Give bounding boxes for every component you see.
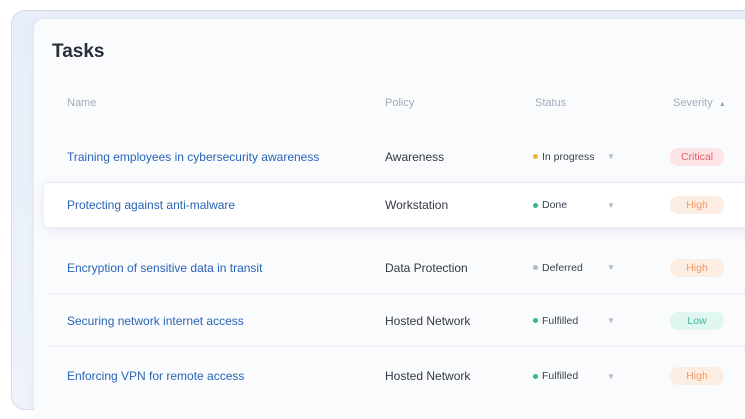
severity-badge: High	[670, 367, 724, 385]
status-dot	[533, 318, 538, 323]
status-dot	[533, 154, 538, 159]
chevron-down-icon[interactable]: ▼	[607, 242, 615, 293]
severity-badge: Low	[670, 311, 724, 330]
task-name-link[interactable]: Securing network internet access	[67, 295, 244, 346]
status-label: Done	[542, 199, 568, 211]
policy-cell: Hosted Network	[385, 313, 471, 328]
status-label: Fulfilled	[542, 370, 579, 382]
policy-cell: Awareness	[385, 149, 445, 164]
status-dot	[533, 373, 538, 379]
table-header: Name Policy Status Severity ▲	[46, 93, 745, 117]
status-label: Fulfilled	[542, 314, 579, 327]
chevron-down-icon[interactable]: ▼	[607, 295, 615, 346]
table-row[interactable]: Encryption of sensitive data in transit …	[46, 242, 745, 294]
column-header-status[interactable]: Status	[535, 97, 566, 109]
table-row[interactable]: Enforcing VPN for remote access Hosted N…	[46, 350, 745, 402]
table-row[interactable]: Securing network internet access Hosted …	[46, 295, 745, 347]
status-label: In progress	[542, 150, 595, 163]
severity-cell: High	[670, 242, 724, 293]
chevron-down-icon[interactable]: ▼	[607, 183, 615, 227]
status-label: Deferred	[542, 261, 583, 274]
column-header-name[interactable]: Name	[67, 97, 96, 109]
severity-badge: High	[670, 258, 724, 277]
column-header-policy[interactable]: Policy	[385, 97, 414, 109]
status-select[interactable]: Deferred	[533, 242, 583, 293]
severity-cell: High	[670, 350, 724, 402]
severity-badge: High	[670, 196, 724, 214]
status-select[interactable]: Fulfilled	[533, 350, 578, 402]
sort-ascending-icon[interactable]: ▲	[719, 101, 726, 108]
policy-cell: Hosted Network	[385, 369, 471, 383]
chevron-down-icon[interactable]: ▼	[607, 350, 615, 402]
status-select[interactable]: Done	[533, 183, 567, 227]
column-header-severity[interactable]: Severity ▲	[673, 97, 726, 109]
status-select[interactable]: Fulfilled	[533, 295, 578, 346]
severity-cell: Low	[670, 295, 724, 346]
severity-cell: Critical	[670, 131, 724, 182]
policy-cell: Data Protection	[385, 260, 468, 275]
status-select[interactable]: In progress	[533, 131, 595, 182]
task-name-link[interactable]: Enforcing VPN for remote access	[67, 350, 244, 402]
page-title: Tasks	[52, 41, 105, 62]
status-dot	[533, 265, 538, 270]
column-header-severity-label: Severity	[673, 97, 713, 109]
table-row[interactable]: Training employees in cybersecurity awar…	[46, 131, 745, 183]
policy-cell: Workstation	[385, 198, 449, 212]
task-name-link[interactable]: Training employees in cybersecurity awar…	[67, 131, 319, 182]
chevron-down-icon[interactable]: ▼	[607, 131, 615, 182]
severity-badge: Critical	[670, 147, 724, 166]
task-name-link[interactable]: Protecting against anti-malware	[67, 183, 235, 227]
table-row-selected[interactable]: Protecting against anti-malware Workstat…	[44, 183, 745, 227]
severity-cell: High	[670, 183, 724, 227]
task-name-link[interactable]: Encryption of sensitive data in transit	[67, 242, 262, 293]
status-dot	[533, 202, 538, 208]
